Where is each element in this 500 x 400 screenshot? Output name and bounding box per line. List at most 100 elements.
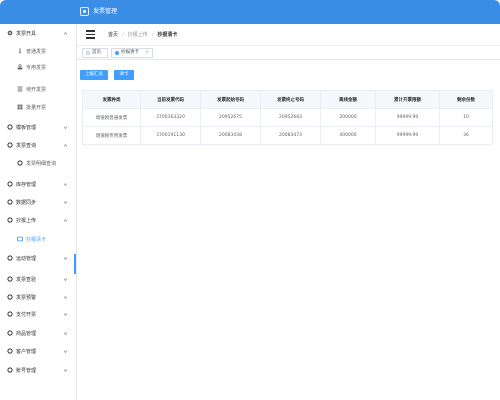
tab-dot-icon	[115, 51, 119, 55]
gear-icon	[7, 30, 13, 36]
sidebar-item[interactable]: 客户管理	[0, 344, 76, 358]
column-header: 当前发票代码	[140, 90, 201, 109]
table-cell: 10	[439, 108, 493, 127]
list-icon	[17, 86, 23, 92]
pay-icon	[7, 311, 13, 317]
table-cell: 3700163320	[140, 108, 201, 127]
breadcrumb-separator: /	[151, 32, 154, 38]
goods-icon	[7, 330, 13, 336]
sidebar-item[interactable]: 发票查验	[0, 272, 76, 286]
inventory-icon	[7, 181, 13, 187]
sidebar-item[interactable]: 模板管理	[0, 120, 76, 134]
chevron-down-icon	[63, 368, 68, 373]
table-cell: 400000	[320, 126, 376, 145]
chevron-down-icon	[63, 295, 68, 300]
sidebar-item-label: 模板管理	[16, 124, 37, 131]
tab-clear-card[interactable]: 抄报清卡 ×	[111, 48, 153, 58]
customer-icon	[7, 348, 13, 354]
sidebar-item-label: 运动管理	[16, 255, 37, 262]
table-cell: 99999.99	[375, 108, 440, 127]
sidebar-item[interactable]: 抄报上传	[0, 213, 76, 227]
active-indicator	[74, 254, 76, 274]
chevron-up-icon	[63, 143, 68, 148]
breadcrumb-current: 抄报清卡	[157, 32, 178, 38]
sidebar-item-label: 发票预警	[16, 294, 37, 301]
sidebar-item[interactable]: 运动管理	[0, 251, 76, 265]
sidebar: 发票开具普通发票专用发票待开发票批量开票模板管理发票查询发票明细查询库存管理数据…	[0, 24, 77, 400]
sidebar-item-label: 批量开票	[26, 104, 47, 111]
chevron-down-icon	[63, 125, 68, 130]
table-cell: 20952683	[260, 108, 321, 127]
clear-card-button[interactable]: 清卡	[114, 70, 134, 80]
sidebar-item[interactable]: 发票预警	[0, 290, 76, 304]
verify-icon	[7, 276, 13, 282]
sidebar-item-label: 普通发票	[26, 48, 47, 55]
table-cell: 36	[439, 126, 493, 145]
sidebar-item-label: 支付开票	[16, 311, 37, 318]
table-cell: 99999.99	[375, 126, 440, 145]
sidebar-item-label: 账号管理	[16, 367, 37, 374]
sidebar-item[interactable]: 待开发票	[0, 82, 76, 96]
sidebar-item-label: 发票查询	[16, 142, 37, 149]
sync-icon	[7, 199, 13, 205]
table-header-row: 发票种类 当前发票代码 发票起始号码 发票终止号码 离线金额 累计开票限额 剩余…	[82, 90, 493, 109]
tab-home[interactable]: 首页	[82, 48, 108, 58]
sidebar-item-label: 抄报清卡	[26, 236, 47, 243]
sidebar-item-label: 抄报上传	[16, 217, 37, 224]
sidebar-item-label: 发票明细查询	[26, 160, 57, 167]
table-cell: 3700191130	[140, 126, 201, 145]
sidebar-item[interactable]: 发票查询	[0, 138, 76, 152]
chevron-down-icon	[63, 256, 68, 261]
tags-bar: 首页 抄报清卡 ×	[77, 46, 500, 60]
table-row[interactable]: 增值税专用发票 3700191130 20083438 20083473 400…	[82, 126, 493, 145]
header: 首页 / 抄报上传 / 抄报清卡	[77, 24, 500, 46]
breadcrumb-home[interactable]: 首页	[108, 31, 118, 39]
sidebar-item[interactable]: 支付开票	[0, 307, 76, 321]
close-icon[interactable]: ×	[145, 49, 149, 57]
sidebar-item-label: 商品管理	[16, 330, 37, 337]
sidebar-item[interactable]: 专用发票	[0, 60, 76, 74]
invoice-logo-icon	[80, 7, 89, 16]
sidebar-item[interactable]: 库存管理	[0, 177, 76, 191]
table-cell: 200000	[320, 108, 376, 127]
top-bar: 发票管理	[0, 0, 500, 24]
template-icon	[7, 124, 13, 130]
sidebar-item-label: 库存管理	[16, 181, 37, 188]
upload-summary-button[interactable]: 上报汇总	[80, 70, 108, 80]
sidebar-item[interactable]: 抄报清卡	[0, 232, 76, 246]
column-header: 发票种类	[82, 90, 141, 109]
tab-dot-icon	[86, 51, 90, 55]
tab-label: 首页	[92, 50, 101, 55]
alert-icon	[7, 294, 13, 300]
chevron-up-icon	[63, 31, 68, 36]
sidebar-item[interactable]: 发票明细查询	[0, 156, 76, 170]
sidebar-item-label: 客户管理	[16, 348, 37, 355]
sidebar-item[interactable]: 账号管理	[0, 363, 76, 377]
sidebar-item[interactable]: 批量开票	[0, 100, 76, 114]
sidebar-item-label: 专用发票	[26, 64, 47, 71]
column-header: 累计开票限额	[375, 90, 440, 109]
table-cell: 增值税专用发票	[82, 126, 141, 145]
chevron-down-icon	[63, 349, 68, 354]
breadcrumb-parent[interactable]: 抄报上传	[128, 31, 148, 39]
breadcrumb: 首页 / 抄报上传 / 抄报清卡	[108, 31, 177, 39]
table-cell: 20952675	[200, 108, 261, 127]
search-icon	[7, 142, 13, 148]
detail-icon	[17, 160, 23, 166]
column-header: 发票起始号码	[200, 90, 261, 109]
hamburger-menu-icon[interactable]	[86, 30, 95, 39]
sidebar-item-label: 发票查验	[16, 276, 37, 283]
table-cell: 20083438	[200, 126, 261, 145]
table-row[interactable]: 增值税普通发票 3700163320 20952675 20952683 200…	[82, 108, 493, 127]
chevron-down-icon	[63, 200, 68, 205]
sidebar-item[interactable]: 数据同步	[0, 195, 76, 209]
card-table: 发票种类 当前发票代码 发票起始号码 发票终止号码 离线金额 累计开票限额 剩余…	[82, 90, 493, 145]
app-title: 发票管理	[93, 8, 118, 15]
upload-icon	[7, 217, 13, 223]
sidebar-item-label: 待开发票	[26, 86, 47, 93]
sidebar-item[interactable]: 普通发票	[0, 44, 76, 58]
sidebar-item[interactable]: 商品管理	[0, 326, 76, 340]
chevron-down-icon	[63, 277, 68, 282]
tab-label: 抄报清卡	[121, 50, 139, 55]
sidebar-item[interactable]: 发票开具	[0, 26, 76, 40]
